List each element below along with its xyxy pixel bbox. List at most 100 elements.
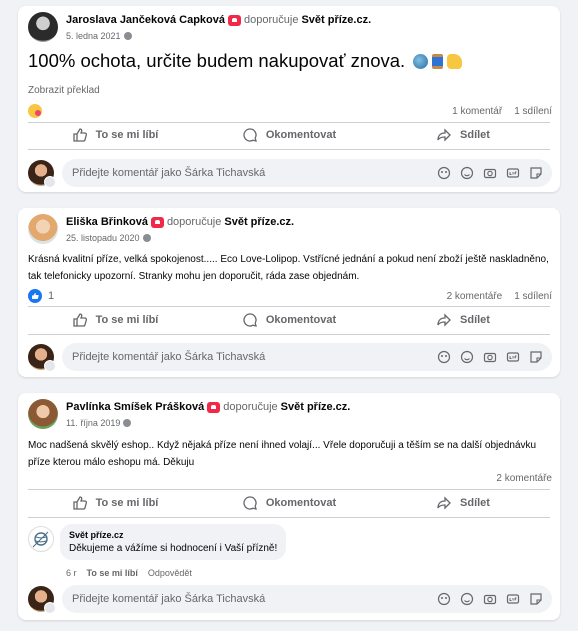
haha-reaction-icon[interactable]: [28, 104, 42, 118]
thumbs-up-icon: [72, 313, 87, 327]
post-text: Krásná kvalitní příze, velká spokojenost…: [28, 254, 549, 282]
reply-age[interactable]: 6 r: [66, 568, 77, 578]
yarn-ball-icon: [32, 531, 49, 548]
share-label: Sdílet: [460, 314, 490, 326]
translate-link[interactable]: Zobrazit překlad: [28, 85, 100, 96]
reply-author[interactable]: Svět příze.cz: [69, 530, 277, 540]
author-name[interactable]: Pavlínka Smíšek Prášková: [66, 401, 204, 413]
divider: [28, 517, 550, 518]
thumbs-up-icon: [72, 496, 87, 510]
user-avatar[interactable]: [28, 160, 56, 188]
avatar-sticker-icon[interactable]: [435, 349, 452, 366]
thumbs-up-icon: [72, 128, 87, 142]
comment-input[interactable]: Přidejte komentář jako Šárka Tichavská: [62, 585, 552, 613]
share-button[interactable]: Sdílet: [376, 121, 550, 149]
comment-count[interactable]: 2 komentáře: [496, 473, 552, 484]
gif-icon[interactable]: [504, 165, 521, 182]
user-avatar[interactable]: [28, 344, 56, 372]
action-bar: To se mi líbí Okomentovat Sdílet: [28, 489, 550, 517]
gif-icon[interactable]: [504, 349, 521, 366]
comment-input[interactable]: Přidejte komentář jako Šárka Tichavská: [62, 159, 552, 187]
reaction-summary: 1 komentář 1 sdílení: [28, 104, 552, 118]
yarn-ball-emoji-icon: [413, 53, 429, 69]
comment-button[interactable]: Okomentovat: [202, 489, 376, 517]
reply-text: Děkujeme a vážíme si hodnocení i Vaší př…: [69, 543, 278, 554]
comment-count[interactable]: 2 komentáře: [447, 291, 503, 302]
reply-like-link[interactable]: To se mi líbí: [87, 568, 138, 578]
sticker-icon[interactable]: [527, 591, 544, 608]
share-arrow-icon: [437, 313, 451, 327]
share-count[interactable]: 1 sdílení: [514, 291, 552, 302]
share-arrow-icon: [437, 128, 451, 142]
review-card: Pavlínka Smíšek Prášková doporučuje Svět…: [18, 393, 560, 620]
reaction-summary: 2 komentáře: [28, 473, 552, 484]
recommends-label: doporučuje: [223, 401, 278, 413]
comment-count[interactable]: 1 komentář: [452, 106, 502, 117]
post-date[interactable]: 25. listopadu 2020: [66, 233, 140, 243]
comment-input[interactable]: Přidejte komentář jako Šárka Tichavská: [62, 343, 552, 371]
post-header: Eliška Břinková doporučuje Svět příze.cz…: [28, 214, 294, 244]
like-label: To se mi líbí: [95, 497, 159, 509]
like-button[interactable]: To se mi líbí: [28, 121, 202, 149]
comment-placeholder: Přidejte komentář jako Šárka Tichavská: [72, 351, 266, 363]
avatar[interactable]: [28, 12, 58, 42]
emoji-icon[interactable]: [458, 591, 475, 608]
comment-button[interactable]: Okomentovat: [202, 121, 376, 149]
page-avatar[interactable]: [28, 526, 54, 552]
review-card: Jaroslava Jančeková Capková doporučuje S…: [18, 6, 560, 192]
post-text: 100% ochota, určite budem nakupovať znov…: [28, 50, 463, 72]
share-button[interactable]: Sdílet: [376, 306, 550, 334]
avatar-sticker-icon[interactable]: [435, 165, 452, 182]
like-reaction-icon[interactable]: [28, 289, 42, 303]
camera-icon[interactable]: [481, 591, 498, 608]
like-label: To se mi líbí: [95, 314, 159, 326]
comment-composer: Přidejte komentář jako Šárka Tichavská: [28, 159, 552, 188]
globe-icon: [142, 234, 151, 242]
share-count[interactable]: 1 sdílení: [514, 106, 552, 117]
post-header: Jaroslava Jančeková Capková doporučuje S…: [28, 12, 371, 42]
reaction-summary: 1 2 komentáře 1 sdílení: [28, 289, 552, 303]
sticker-icon[interactable]: [527, 165, 544, 182]
post-header: Pavlínka Smíšek Prášková doporučuje Svět…: [28, 399, 350, 429]
avatar[interactable]: [28, 214, 58, 244]
review-card: Eliška Břinková doporučuje Svět příze.cz…: [18, 208, 560, 377]
page-name[interactable]: Svět příze.cz.: [224, 216, 294, 228]
avatar-sticker-icon[interactable]: [435, 591, 452, 608]
post-date[interactable]: 11. října 2019: [66, 418, 120, 428]
reply-respond-link[interactable]: Odpovědět: [148, 568, 192, 578]
avatar[interactable]: [28, 399, 58, 429]
like-count[interactable]: 1: [48, 290, 54, 302]
page-reply: Svět příze.cz Děkujeme a vážíme si hodno…: [28, 524, 287, 560]
like-button[interactable]: To se mi líbí: [28, 489, 202, 517]
user-avatar[interactable]: [28, 586, 56, 614]
share-button[interactable]: Sdílet: [376, 489, 550, 517]
camera-icon[interactable]: [481, 165, 498, 182]
comment-button[interactable]: Okomentovat: [202, 306, 376, 334]
divider: [28, 334, 550, 335]
share-arrow-icon: [437, 496, 451, 510]
speech-bubble-icon: [243, 128, 257, 142]
author-name[interactable]: Jaroslava Jančeková Capková: [66, 14, 225, 26]
comment-composer: Přidejte komentář jako Šárka Tichavská: [28, 585, 552, 614]
recommend-badge-icon: [228, 14, 241, 26]
share-label: Sdílet: [460, 129, 490, 141]
post-date[interactable]: 5. ledna 2021: [66, 31, 121, 41]
post-text-content: 100% ochota, určite budem nakupovať znov…: [28, 50, 406, 71]
thumbs-up-emoji-icon: [447, 53, 463, 69]
globe-icon: [123, 419, 132, 427]
emoji-icon[interactable]: [458, 349, 475, 366]
action-bar: To se mi líbí Okomentovat Sdílet: [28, 306, 550, 334]
emoji-icon[interactable]: [458, 165, 475, 182]
sticker-icon[interactable]: [527, 349, 544, 366]
comment-composer: Přidejte komentář jako Šárka Tichavská: [28, 343, 552, 372]
reply-bubble: Svět příze.cz Děkujeme a vážíme si hodno…: [60, 524, 287, 560]
page-name[interactable]: Svět příze.cz.: [301, 14, 371, 26]
camera-icon[interactable]: [481, 349, 498, 366]
like-button[interactable]: To se mi líbí: [28, 306, 202, 334]
page-name[interactable]: Svět příze.cz.: [281, 401, 351, 413]
author-name[interactable]: Eliška Břinková: [66, 216, 148, 228]
gif-icon[interactable]: [504, 591, 521, 608]
action-bar: To se mi líbí Okomentovat Sdílet: [28, 121, 550, 149]
recommends-label: doporučuje: [244, 14, 299, 26]
globe-icon: [123, 32, 132, 40]
